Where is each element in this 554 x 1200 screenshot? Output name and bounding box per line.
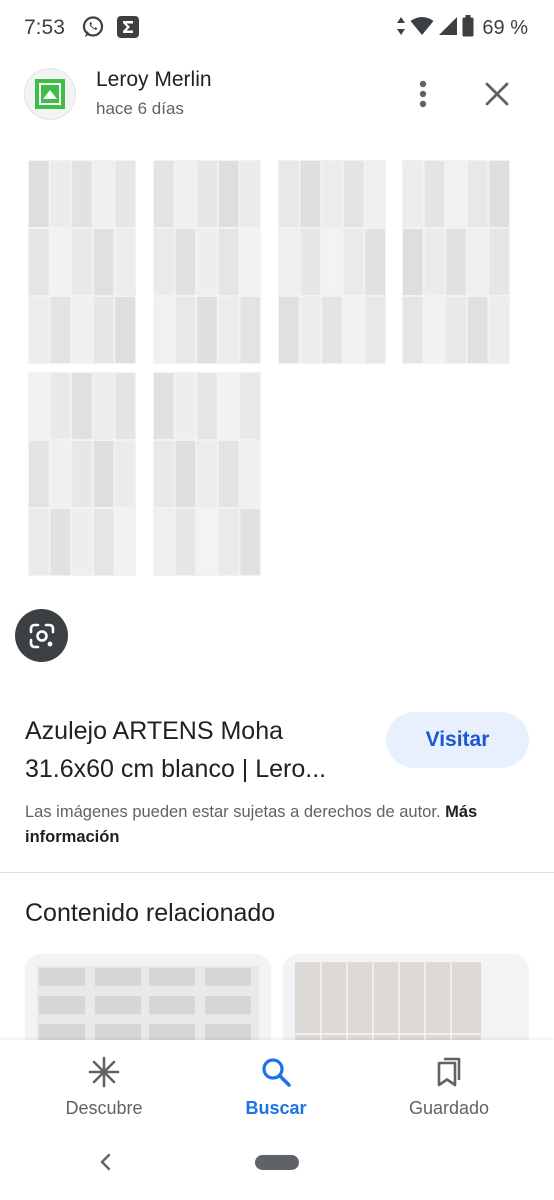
bookmarks-icon xyxy=(429,1052,469,1092)
asterisk-icon xyxy=(84,1052,124,1092)
source-header: Leroy Merlin hace 6 días xyxy=(0,64,554,124)
status-time: 7:53 xyxy=(24,16,65,39)
image-preview-grid[interactable] xyxy=(28,160,528,580)
related-card[interactable] xyxy=(283,954,529,1054)
related-card[interactable] xyxy=(25,954,271,1054)
related-content-heading: Contenido relacionado xyxy=(25,899,276,927)
status-bar: 7:53 69 % xyxy=(0,0,554,56)
leroy-merlin-logo[interactable] xyxy=(24,68,76,120)
sigma-app-icon xyxy=(116,15,140,39)
posted-time: hace 6 días xyxy=(96,99,184,118)
tile-image[interactable] xyxy=(153,372,261,576)
signal-icon xyxy=(438,16,458,41)
tile-image[interactable] xyxy=(153,160,261,364)
bottom-navigation: Descubre Buscar Guardado xyxy=(0,1040,554,1200)
nav-label: Guardado xyxy=(408,1098,490,1118)
status-indicators: 69 % xyxy=(396,14,528,42)
battery-icon xyxy=(462,14,474,42)
copyright-notice: Las imágenes pueden estar sujetas a dere… xyxy=(25,800,535,850)
nav-buscar[interactable]: Buscar xyxy=(201,1052,351,1119)
copyright-text: Las imágenes pueden estar sujetas a dere… xyxy=(25,803,441,821)
close-icon[interactable] xyxy=(477,74,517,114)
visit-button[interactable]: Visitar xyxy=(386,712,529,768)
home-pill[interactable] xyxy=(255,1155,299,1170)
nav-guardado[interactable]: Guardado xyxy=(374,1052,524,1119)
back-chevron-icon[interactable] xyxy=(94,1150,118,1174)
search-icon xyxy=(256,1052,296,1092)
site-name[interactable]: Leroy Merlin xyxy=(96,68,212,92)
nav-descubre[interactable]: Descubre xyxy=(29,1052,179,1119)
tile-image[interactable] xyxy=(28,372,136,576)
wifi-icon xyxy=(410,16,434,41)
divider xyxy=(0,872,554,873)
more-vert-icon[interactable] xyxy=(403,74,443,114)
tile-image[interactable] xyxy=(278,160,386,364)
data-arrows-icon xyxy=(396,16,406,41)
tile-image[interactable] xyxy=(402,160,510,364)
battery-percent: 69 % xyxy=(482,16,528,39)
result-title-line1: Azulejo ARTENS Moha xyxy=(25,717,283,745)
nav-label: Buscar xyxy=(245,1098,307,1118)
whatsapp-icon xyxy=(81,15,105,39)
result-title-line2: 31.6x60 cm blanco | Lero... xyxy=(25,755,327,783)
google-lens-icon[interactable] xyxy=(15,609,68,662)
tile-image[interactable] xyxy=(28,160,136,364)
result-title[interactable]: Azulejo ARTENS Moha 31.6x60 cm blanco | … xyxy=(25,712,375,788)
nav-label: Descubre xyxy=(65,1098,143,1118)
